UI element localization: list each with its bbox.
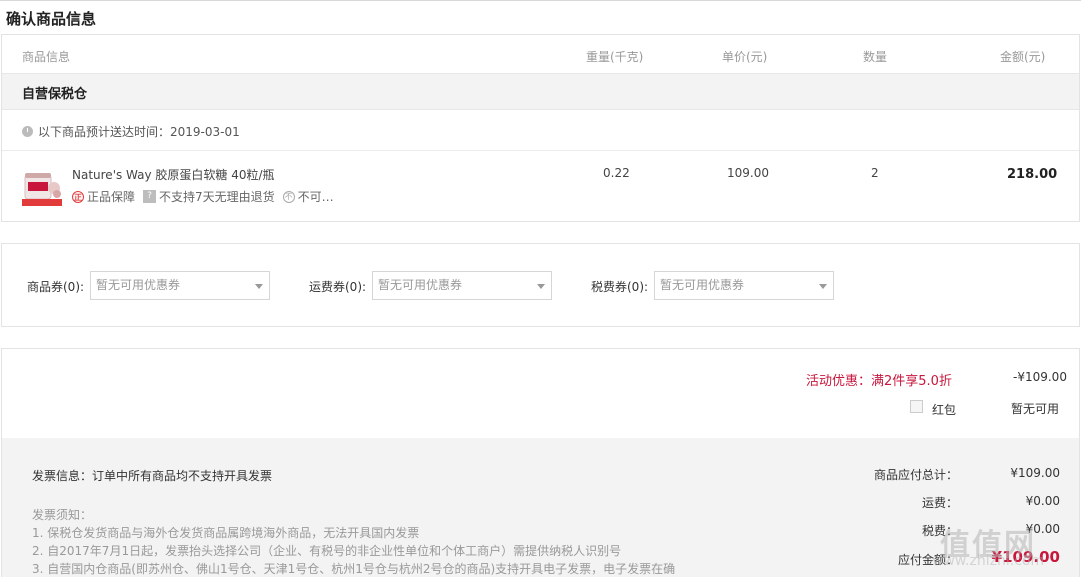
item-weight: 0.22 [603,166,630,180]
col-unit-price-header: 单价(元) [722,50,768,64]
invoice-notes-title: 发票须知： [32,508,93,522]
warehouse-row [2,73,1079,110]
tag-more-label: 不可… [297,190,334,204]
promotion-value: -¥109.00 [1013,370,1067,384]
hongbao-checkbox[interactable] [910,400,923,413]
tax-label: 税费： [921,524,958,538]
invoice-note: 3. 自营国内仓商品(即苏州仓、佛山1号仓、天津1号仓、杭州1号仓与杭州2号仓的… [32,562,676,576]
coupon-shipping-label: 运费券(0): [309,280,367,294]
coupon-goods-select[interactable]: 暂无可用优惠券 [90,271,270,300]
tag-genuine-label: 正品保障 [87,190,136,204]
tag-no-return-label: 不支持7天无理由退货 [159,190,275,204]
coupon-goods-label: 商品券(0): [27,280,85,294]
product-tags: 正 正品保障 ? 不支持7天无理由退货 不 不可… [72,188,334,205]
watermark-url: www.zhizhi.com [932,553,1045,569]
coupon-shipping-select[interactable]: 暂无可用优惠券 [372,271,552,300]
product-name[interactable]: Nature's Way 胶原蛋白软糖 40粒/瓶 [72,166,275,183]
invoice-note: 1. 保税仓发货商品与海外仓发货商品属跨境海外商品，无法开具国内发票 [32,526,420,540]
hongbao-value: 暂无可用 [1011,402,1060,416]
col-product-header: 商品信息 [22,50,71,64]
invoice-info: 发票信息：订单中所有商品均不支持开具发票 [32,469,273,483]
item-amount: 218.00 [1007,167,1058,182]
item-quantity: 2 [871,166,879,180]
product-thumbnail[interactable] [22,166,62,206]
caret-down-icon [819,284,827,289]
caret-down-icon [255,284,263,289]
hongbao-label: 红包 [932,403,957,417]
col-weight-header: 重量(千克) [586,50,644,64]
circle-info-icon: 不 [282,190,295,203]
delivery-info: 以下商品预计送达时间：2019-03-01 [22,123,240,140]
tag-genuine: 正 正品保障 [72,188,135,205]
caret-down-icon [537,284,545,289]
coupon-tax-select[interactable]: 暂无可用优惠券 [654,271,834,300]
coupon-tax-label: 税费券(0): [591,280,649,294]
coupon-tax-value: 暂无可用优惠券 [660,278,745,292]
top-rule [0,0,1081,1]
question-icon: ? [143,190,157,203]
shipping-label: 运费： [921,496,958,510]
invoice-note: 2. 自2017年7月1日起，发票抬头选择公司（企业、有税号的非企业性单位和个体… [32,544,622,558]
warehouse-label: 自营保税仓 [22,87,88,102]
promotion-label: 活动优惠：满2件享5.0折 [806,374,952,389]
subtotal-value: ¥109.00 [1010,466,1060,480]
clock-icon [22,126,33,137]
genuine-icon: 正 [72,190,84,203]
tag-more: 不 不可… [282,188,334,205]
delivery-text: 以下商品预计送达时间：2019-03-01 [38,125,240,139]
item-unit-price: 109.00 [727,166,769,180]
shipping-value: ¥0.00 [1025,494,1060,508]
col-quantity-header: 数量 [863,50,888,64]
coupon-goods-value: 暂无可用优惠券 [96,278,181,292]
coupon-shipping-value: 暂无可用优惠券 [378,278,463,292]
tag-no-return: ? 不支持7天无理由退货 [143,188,275,205]
divider [2,150,1079,151]
subtotal-label: 商品应付总计： [873,468,958,482]
page-title: 确认商品信息 [6,10,97,28]
col-amount-header: 金额(元) [1000,50,1046,64]
